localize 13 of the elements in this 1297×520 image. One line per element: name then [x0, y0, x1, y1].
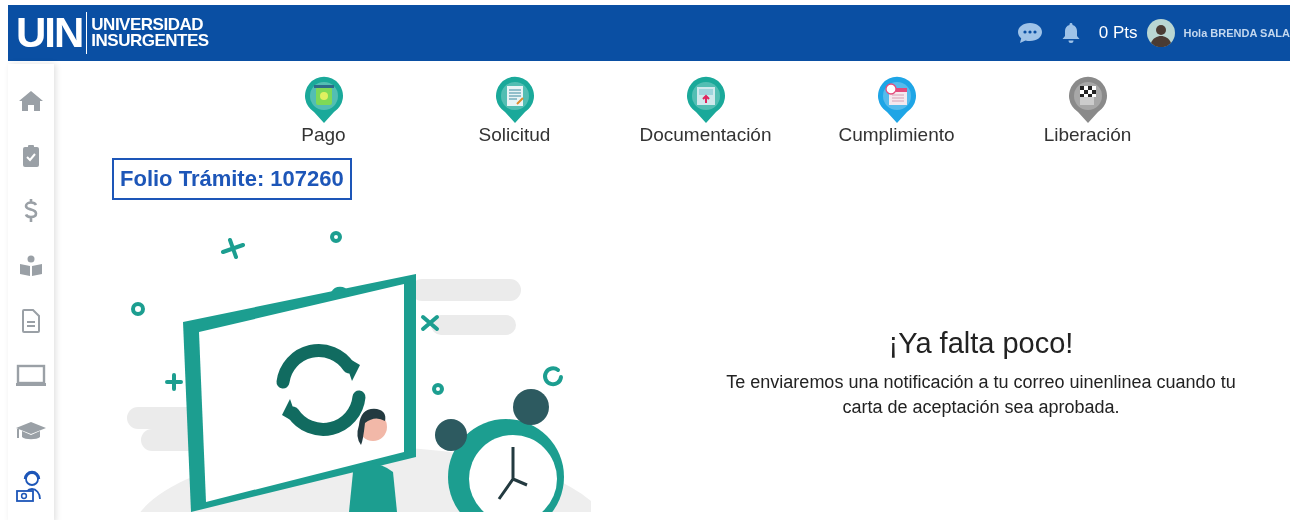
- points-label: 0 Pts: [1098, 23, 1138, 43]
- user-greeting[interactable]: Hola BRENDA SALA: [1183, 27, 1290, 39]
- message-text: Te enviaremos una notificación a tu correo uinenlinea cuando tu carta de aceptación sea aprobada.: [725, 371, 1237, 419]
- logo-text: UNIVERSIDAD: [91, 17, 204, 33]
- step-label: Solicitud: [478, 124, 551, 146]
- step-label: Pago: [301, 124, 346, 146]
- folio-label: Folio Trámite: 107260: [112, 158, 352, 200]
- logo-mark: UIN: [16, 12, 88, 54]
- logo-text: INSURGENTES: [91, 33, 209, 49]
- step-label: Documentación: [639, 124, 772, 146]
- step-label: Liberación: [1043, 124, 1132, 146]
- message-title: ¡Ya falta poco!: [887, 327, 1075, 360]
- step-label: Cumplimiento: [838, 124, 955, 146]
